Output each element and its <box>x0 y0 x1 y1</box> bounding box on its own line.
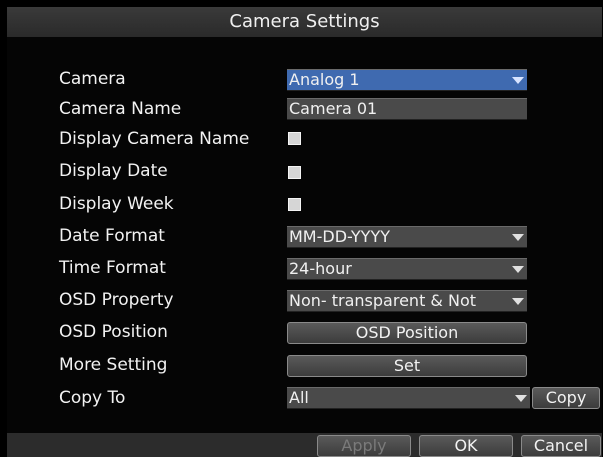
date-format-select[interactable]: MM-DD-YYYY <box>287 226 527 248</box>
osd-property-select[interactable]: Non- transparent & Not <box>287 290 527 312</box>
dialog-title: Camera Settings <box>7 7 602 37</box>
display-week-label: Display Week <box>59 194 174 214</box>
time-format-label: Time Format <box>59 258 166 278</box>
osd-property-label: OSD Property <box>59 290 174 310</box>
more-setting-label: More Setting <box>59 355 168 375</box>
cancel-button[interactable]: Cancel <box>521 435 601 457</box>
chevron-down-icon <box>512 266 524 273</box>
camera-settings-dialog: Camera Settings Camera Analog 1 Camera N… <box>7 7 602 457</box>
camera-select-value: Analog 1 <box>289 70 360 89</box>
display-camera-name-label: Display Camera Name <box>59 129 250 149</box>
camera-select[interactable]: Analog 1 <box>287 69 527 91</box>
osd-position-label: OSD Position <box>59 322 168 342</box>
display-date-checkbox[interactable] <box>288 166 301 179</box>
date-format-value: MM-DD-YYYY <box>289 227 390 246</box>
osd-position-button[interactable]: OSD Position <box>287 322 527 344</box>
camera-label: Camera <box>59 69 126 89</box>
chevron-down-icon <box>515 395 527 402</box>
copy-to-value: All <box>289 388 309 407</box>
chevron-down-icon <box>512 298 524 305</box>
display-date-label: Display Date <box>59 161 168 181</box>
copy-button[interactable]: Copy <box>532 387 600 409</box>
chevron-down-icon <box>512 77 524 84</box>
camera-name-input[interactable]: Camera 01 <box>287 98 527 120</box>
time-format-value: 24-hour <box>289 259 352 278</box>
display-week-checkbox[interactable] <box>288 198 301 211</box>
osd-property-value: Non- transparent & Not <box>289 291 477 310</box>
set-button[interactable]: Set <box>287 355 527 377</box>
chevron-down-icon <box>512 234 524 241</box>
copy-to-select[interactable]: All <box>287 387 530 409</box>
time-format-select[interactable]: 24-hour <box>287 258 527 280</box>
display-camera-name-checkbox[interactable] <box>288 132 301 145</box>
camera-name-label: Camera Name <box>59 99 182 119</box>
copy-to-label: Copy To <box>59 388 126 408</box>
date-format-label: Date Format <box>59 226 165 246</box>
ok-button[interactable]: OK <box>419 435 513 457</box>
apply-button[interactable]: Apply <box>317 435 411 457</box>
